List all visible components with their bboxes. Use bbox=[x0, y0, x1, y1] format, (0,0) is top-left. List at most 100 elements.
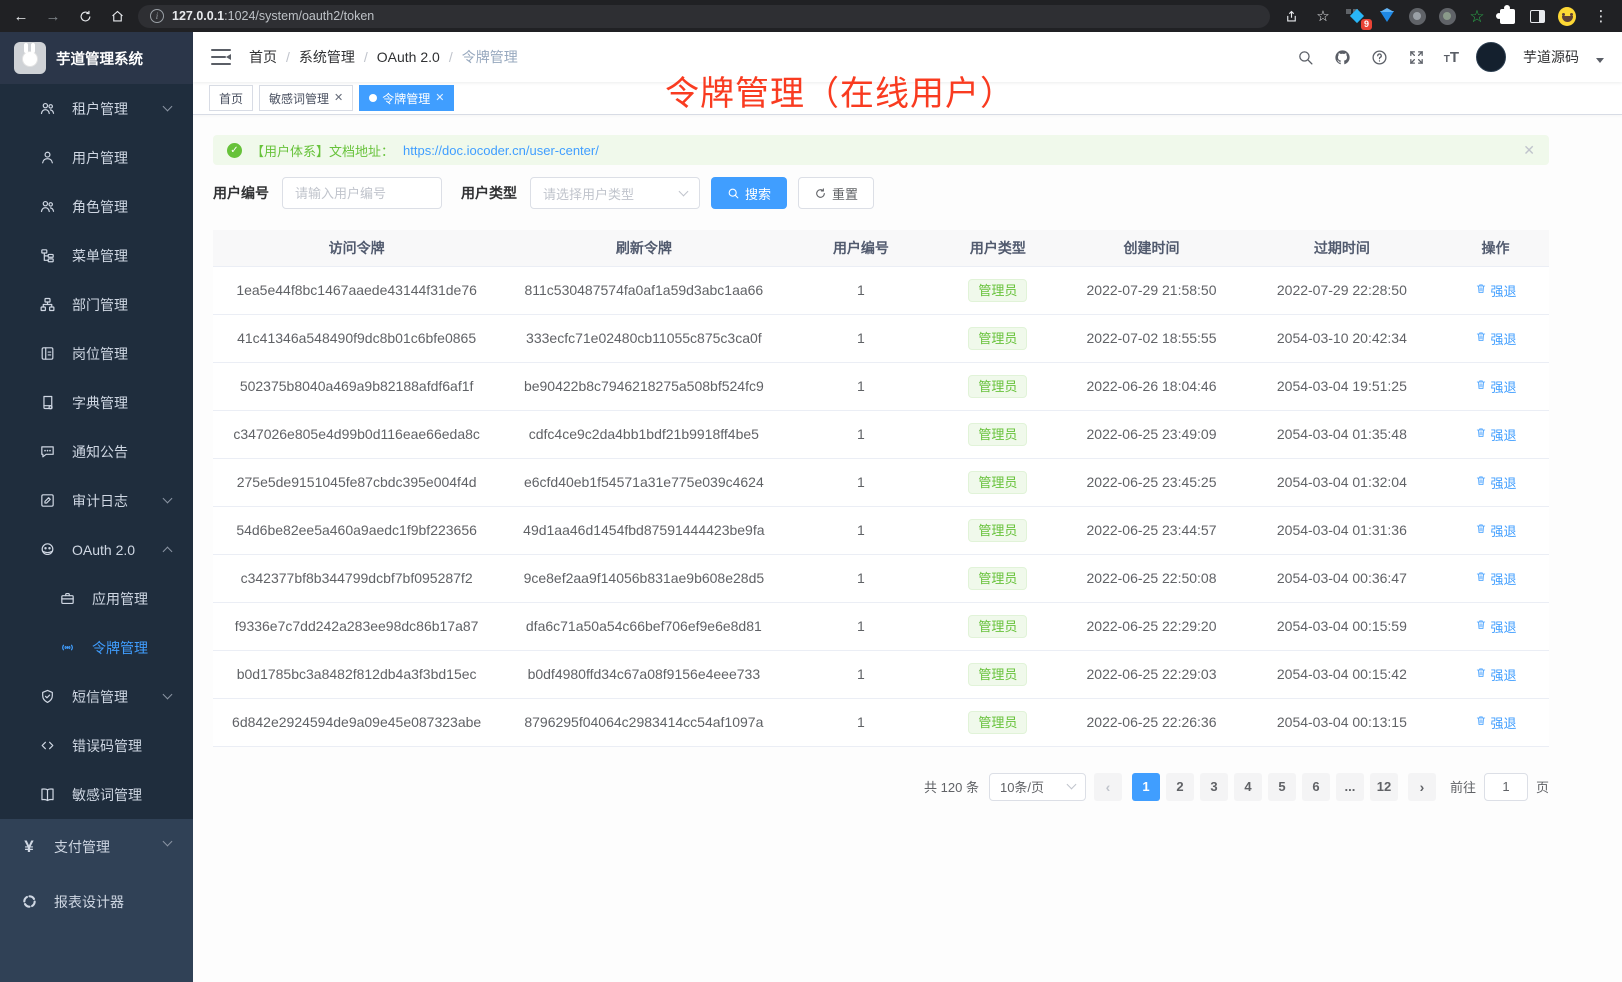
main-area: 首页/系统管理/OAuth 2.0/令牌管理 TT bbox=[193, 32, 1622, 982]
page-button-1[interactable]: 1 bbox=[1132, 773, 1160, 801]
force-logout-button[interactable]: 强退 bbox=[1475, 329, 1517, 348]
force-logout-button[interactable]: 强退 bbox=[1475, 425, 1517, 444]
extension-record-icon[interactable] bbox=[1438, 7, 1456, 25]
prev-page-button[interactable]: ‹ bbox=[1094, 773, 1122, 801]
extension-gem-icon[interactable] bbox=[1378, 7, 1396, 25]
browser-menu-icon[interactable]: ⋮ bbox=[1590, 5, 1612, 27]
sidebar-item-yen[interactable]: ¥支付管理 bbox=[0, 819, 193, 874]
page-size-select[interactable]: 10条/页 bbox=[989, 773, 1086, 801]
help-icon[interactable] bbox=[1370, 47, 1390, 67]
user-name[interactable]: 芋道源码 bbox=[1523, 47, 1579, 67]
action-cell: 强退 bbox=[1442, 362, 1549, 410]
sidebar-item-dict-book[interactable]: 字典管理 bbox=[0, 378, 193, 427]
page-button-12[interactable]: 12 bbox=[1370, 773, 1398, 801]
tab-close-icon[interactable]: ✕ bbox=[334, 93, 343, 104]
github-icon[interactable] bbox=[1333, 47, 1353, 67]
collapse-sidebar-icon[interactable] bbox=[211, 49, 231, 65]
breadcrumb-item[interactable]: OAuth 2.0 bbox=[377, 49, 440, 65]
doc-link[interactable]: https://doc.iocoder.cn/user-center/ bbox=[403, 143, 599, 158]
force-logout-button[interactable]: 强退 bbox=[1475, 281, 1517, 300]
page-button-5[interactable]: 5 bbox=[1268, 773, 1296, 801]
sidebar-item-label: 菜单管理 bbox=[72, 246, 128, 266]
page-button-6[interactable]: 6 bbox=[1302, 773, 1330, 801]
action-cell: 强退 bbox=[1442, 410, 1549, 458]
extension-diamond-icon[interactable]: 9 bbox=[1348, 7, 1366, 25]
search-icon[interactable] bbox=[1296, 47, 1316, 67]
fullscreen-icon[interactable] bbox=[1407, 47, 1427, 67]
share-icon[interactable] bbox=[1280, 5, 1302, 27]
force-logout-button[interactable]: 强退 bbox=[1475, 569, 1517, 588]
tab-item[interactable]: 首页 bbox=[209, 85, 253, 111]
sidebar-item-label: 租户管理 bbox=[72, 99, 128, 119]
sidebar-item-report-circle[interactable]: 报表设计器 bbox=[0, 874, 193, 929]
sidebar-item-role-users[interactable]: 角色管理 bbox=[0, 182, 193, 231]
content: ✓ 【用户体系】文档地址： https://doc.iocoder.cn/use… bbox=[193, 115, 1622, 982]
force-logout-button[interactable]: 强退 bbox=[1475, 665, 1517, 684]
page-button-2[interactable]: 2 bbox=[1166, 773, 1194, 801]
page-button-3[interactable]: 3 bbox=[1200, 773, 1228, 801]
side-panel-icon[interactable] bbox=[1528, 7, 1546, 25]
chevron-down-icon[interactable] bbox=[1596, 58, 1604, 63]
page-button-4[interactable]: 4 bbox=[1234, 773, 1262, 801]
breadcrumb-item[interactable]: 首页 bbox=[249, 47, 277, 67]
trash-icon bbox=[1475, 570, 1487, 586]
font-size-icon[interactable]: TT bbox=[1444, 49, 1459, 66]
user-type-cell: 管理员 bbox=[934, 506, 1061, 554]
tabs-bar: 首页敏感词管理✕ 令牌管理 ✕ bbox=[193, 82, 1622, 115]
action-cell: 强退 bbox=[1442, 602, 1549, 650]
extension-star-icon[interactable]: ☆ bbox=[1468, 7, 1486, 25]
sidebar-item-label: 错误码管理 bbox=[72, 736, 142, 756]
user-id-label: 用户编号 bbox=[213, 183, 269, 203]
user-id-input[interactable] bbox=[282, 177, 442, 209]
sidebar-item-org-chart[interactable]: 部门管理 bbox=[0, 280, 193, 329]
table-row: 6d842e2924594de9a09e45e087323abe8796295f… bbox=[213, 698, 1549, 746]
tab-item[interactable]: 敏感词管理✕ bbox=[259, 85, 353, 111]
force-logout-button[interactable]: 强退 bbox=[1475, 713, 1517, 732]
created-time-cell: 2022-06-25 22:26:36 bbox=[1061, 698, 1241, 746]
sidebar-item-audit-log[interactable]: 审计日志 bbox=[0, 476, 193, 525]
sidebar-item-code[interactable]: 错误码管理 bbox=[0, 721, 193, 770]
bookmark-star-icon[interactable]: ☆ bbox=[1312, 5, 1334, 27]
sidebar-logo-bar[interactable]: 芋道管理系统 bbox=[0, 32, 193, 84]
profile-emoji-icon[interactable] bbox=[1558, 7, 1576, 25]
tab-active[interactable]: 令牌管理 ✕ bbox=[359, 85, 454, 111]
tab-close-icon[interactable]: ✕ bbox=[435, 93, 444, 104]
reload-icon[interactable] bbox=[74, 5, 96, 27]
dict-book-icon bbox=[38, 394, 56, 412]
extension-command-icon[interactable] bbox=[1408, 7, 1426, 25]
force-logout-button[interactable]: 强退 bbox=[1475, 617, 1517, 636]
forward-icon[interactable]: → bbox=[42, 5, 64, 27]
column-header: 操作 bbox=[1442, 230, 1549, 266]
url-bar[interactable]: i 127.0.0.1:1024/system/oauth2/token bbox=[138, 5, 1270, 28]
user-type-select[interactable]: 请选择用户类型 bbox=[530, 177, 700, 209]
sidebar-item-notice-chat[interactable]: 通知公告 bbox=[0, 427, 193, 476]
user-id-cell: 1 bbox=[787, 506, 934, 554]
sidebar-item-tenant-users[interactable]: 租户管理 bbox=[0, 84, 193, 133]
sidebar-item-user[interactable]: 用户管理 bbox=[0, 133, 193, 182]
next-page-button[interactable]: › bbox=[1408, 773, 1436, 801]
sidebar-item-open-book[interactable]: 敏感词管理 bbox=[0, 770, 193, 819]
user-type-cell: 管理员 bbox=[934, 314, 1061, 362]
force-logout-button[interactable]: 强退 bbox=[1475, 473, 1517, 492]
sidebar-item-app-briefcase[interactable]: 应用管理 bbox=[0, 574, 193, 623]
sidebar-item-post-badge[interactable]: 岗位管理 bbox=[0, 329, 193, 378]
tab-label: 令牌管理 bbox=[382, 90, 430, 107]
sidebar-item-menu-tree[interactable]: 菜单管理 bbox=[0, 231, 193, 280]
extensions-puzzle-icon[interactable] bbox=[1498, 7, 1516, 25]
reset-button[interactable]: 重置 bbox=[798, 177, 874, 209]
goto-page-input[interactable] bbox=[1484, 773, 1528, 801]
breadcrumb-item[interactable]: 系统管理 bbox=[299, 47, 355, 67]
search-button[interactable]: 搜索 bbox=[711, 177, 787, 209]
more-pages-button[interactable]: ... bbox=[1336, 773, 1364, 801]
site-info-icon[interactable]: i bbox=[150, 9, 164, 23]
sidebar-item-token-signal[interactable]: 令牌管理 bbox=[0, 623, 193, 672]
user-type-tag: 管理员 bbox=[968, 519, 1027, 542]
alert-close-icon[interactable]: ✕ bbox=[1523, 142, 1535, 159]
back-icon[interactable]: ← bbox=[10, 5, 32, 27]
force-logout-button[interactable]: 强退 bbox=[1475, 377, 1517, 396]
force-logout-button[interactable]: 强退 bbox=[1475, 521, 1517, 540]
sidebar-item-oauth-face[interactable]: OAuth 2.0 bbox=[0, 525, 193, 574]
home-icon[interactable] bbox=[106, 5, 128, 27]
avatar[interactable] bbox=[1476, 42, 1506, 72]
sidebar-item-sms-shield[interactable]: 短信管理 bbox=[0, 672, 193, 721]
